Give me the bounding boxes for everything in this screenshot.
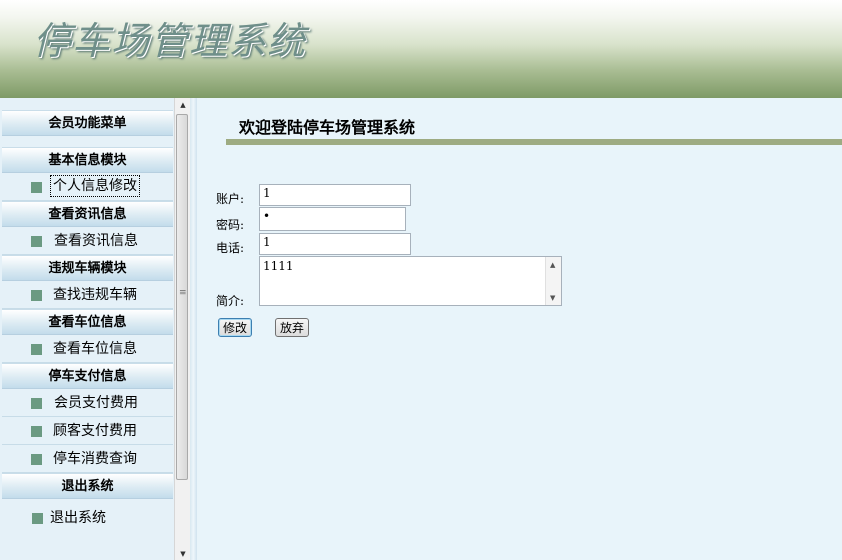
sidebar-menu: 会员功能菜单 基本信息模块 个人信息修改 查看资讯信息 查看资讯信息 违规车辆模… — [2, 110, 173, 537]
section-header-news[interactable]: 查看资讯信息 — [2, 201, 173, 227]
welcome-divider — [226, 139, 842, 145]
square-bullet-icon — [31, 454, 42, 465]
section-header-violations[interactable]: 违规车辆模块 — [2, 255, 173, 281]
sidebar-item-label[interactable]: 查看资讯信息 — [54, 227, 138, 255]
sidebar: 会员功能菜单 基本信息模块 个人信息修改 查看资讯信息 查看资讯信息 违规车辆模… — [0, 98, 190, 560]
sidebar-item-member-payment[interactable]: 会员支付费用 — [2, 389, 173, 417]
sidebar-item-find-violations[interactable]: 查找违规车辆 — [2, 281, 173, 309]
phone-label: 电话: — [216, 241, 245, 255]
sidebar-scrollbar[interactable]: ▲ ≡ ▼ — [174, 98, 190, 560]
sidebar-item-label[interactable]: 查看车位信息 — [53, 335, 137, 363]
modify-button[interactable]: 修改 — [218, 318, 253, 337]
grip-icon: ≡ — [179, 288, 187, 298]
main-content: 欢迎登陆停车场管理系统 账户: 1 密码: • 电话: 1 简介: 1111 ▲… — [197, 98, 842, 560]
account-field[interactable]: 1 — [259, 184, 411, 206]
sidebar-item-view-news[interactable]: 查看资讯信息 — [2, 227, 173, 255]
sidebar-item-consumption-query[interactable]: 停车消费查询 — [2, 445, 173, 473]
section-header-payment[interactable]: 停车支付信息 — [2, 363, 173, 389]
square-bullet-icon — [31, 344, 42, 355]
square-bullet-icon — [31, 290, 42, 301]
sidebar-item-label[interactable]: 退出系统 — [50, 499, 106, 537]
password-field[interactable]: • — [259, 207, 406, 231]
square-bullet-icon — [31, 236, 42, 247]
sidebar-item-customer-payment[interactable]: 顾客支付费用 — [2, 417, 173, 445]
sidebar-item-view-spaces[interactable]: 查看车位信息 — [2, 335, 173, 363]
frame-splitter[interactable] — [190, 98, 197, 560]
intro-text: 1111 — [263, 259, 294, 273]
square-bullet-icon — [31, 398, 42, 409]
scroll-up-arrow-icon[interactable]: ▲ — [550, 261, 555, 269]
app-title: 停车场管理系统 — [33, 19, 307, 63]
square-bullet-icon — [31, 426, 42, 437]
cancel-button[interactable]: 放弃 — [275, 318, 310, 337]
sidebar-item-edit-profile[interactable]: 个人信息修改 — [2, 173, 173, 201]
intro-label: 简介: — [216, 294, 245, 308]
section-header-exit[interactable]: 退出系统 — [2, 473, 173, 499]
square-bullet-icon — [32, 513, 43, 524]
textarea-scrollbar[interactable]: ▲ ▼ — [545, 257, 561, 305]
password-label: 密码: — [216, 218, 245, 232]
sidebar-item-label[interactable]: 停车消费查询 — [53, 445, 137, 473]
account-label: 账户: — [216, 192, 245, 206]
sidebar-item-exit[interactable]: 退出系统 — [2, 499, 173, 537]
section-header-parking-spaces[interactable]: 查看车位信息 — [2, 309, 173, 335]
square-bullet-icon — [31, 182, 42, 193]
scrollbar-thumb[interactable]: ≡ — [176, 114, 188, 480]
section-header-basic-info[interactable]: 基本信息模块 — [2, 147, 173, 173]
scroll-down-arrow-icon[interactable]: ▼ — [178, 549, 188, 559]
scroll-down-arrow-icon[interactable]: ▼ — [550, 294, 555, 302]
intro-textarea[interactable]: 1111 ▲ ▼ — [259, 256, 562, 306]
welcome-heading: 欢迎登陆停车场管理系统 — [239, 118, 416, 137]
menu-title: 会员功能菜单 — [2, 110, 173, 136]
sidebar-item-label[interactable]: 顾客支付费用 — [53, 417, 137, 445]
phone-field[interactable]: 1 — [259, 233, 411, 255]
sidebar-item-label[interactable]: 查找违规车辆 — [53, 281, 137, 309]
sidebar-item-label[interactable]: 个人信息修改 — [50, 175, 140, 197]
scroll-up-arrow-icon[interactable]: ▲ — [178, 100, 188, 110]
header-banner: 停车场管理系统 — [0, 0, 842, 98]
sidebar-item-label[interactable]: 会员支付费用 — [54, 389, 138, 417]
